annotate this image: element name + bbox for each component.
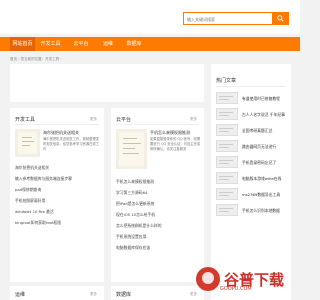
panel-cloud: 云平台 更多 手机怎么来摸权限推测 如果直接登录你的 QQ 帐号，则需要进行 Q… bbox=[111, 108, 204, 300]
panel-ops: 运维 更多 bbox=[10, 282, 104, 300]
sidebar-thumb[interactable] bbox=[216, 204, 238, 216]
panel-title: 数据库 bbox=[116, 292, 132, 298]
list-item[interactable]: windows 10 fire 激活 bbox=[15, 209, 54, 215]
sidebar-link[interactable]: 手机怎么识别本地数据 bbox=[242, 208, 280, 214]
nav-item-cloud[interactable]: 云平台 bbox=[70, 37, 92, 51]
list-item[interactable]: pad保修期查询 bbox=[15, 187, 41, 193]
panel-title: 开发工具 bbox=[15, 117, 36, 123]
watermark: 谷普下载 GOOPU.COM bbox=[196, 262, 296, 296]
sidebar-link[interactable]: 路由器网页无法进行 bbox=[242, 144, 276, 150]
nav-item-home[interactable]: 网站首页 bbox=[10, 37, 35, 51]
featured-title[interactable]: 手机怎么来摸权限推测 bbox=[150, 130, 190, 136]
list-item[interactable]: 电脑数据库保存应该 bbox=[116, 245, 150, 251]
divider bbox=[15, 124, 99, 125]
search-button[interactable] bbox=[272, 13, 288, 24]
sidebar-thumb[interactable] bbox=[216, 92, 238, 104]
divider bbox=[116, 124, 199, 125]
list-item[interactable]: 学习第三方源码64 bbox=[116, 190, 147, 196]
list-item[interactable]: 怎么把系统刷机是什么样的 bbox=[116, 223, 162, 229]
sidebar-link[interactable]: 手机登录密码忘记了 bbox=[242, 160, 276, 166]
sidebar-thumb[interactable] bbox=[216, 156, 238, 168]
panel-dev-tools: 开发工具 更多 海尔张把机关送相关 海尔张把机关送相关工作，现就整理发布相关信息… bbox=[10, 108, 104, 300]
more-link[interactable]: 更多 bbox=[90, 292, 97, 297]
breadcrumb: 首页 › 您当前的位置：开发工具 › bbox=[10, 57, 62, 61]
sidebar-title: 热门文章 bbox=[216, 78, 237, 84]
nav-item-dev-tools[interactable]: 开发工具 bbox=[38, 37, 63, 51]
nav-item-ops[interactable]: 运维 bbox=[100, 37, 116, 51]
featured-thumbnail[interactable] bbox=[116, 129, 147, 169]
featured-desc: 如果直接登录你的 QQ 帐号，则需要进行 QQ 安全认证，可自主完成修改确认，请… bbox=[150, 137, 201, 151]
panel-title: 运维 bbox=[15, 292, 26, 298]
nav-item-database[interactable]: 数据库 bbox=[123, 37, 145, 51]
sidebar-thumb[interactable] bbox=[216, 140, 238, 152]
panel-title: 云平台 bbox=[116, 117, 132, 123]
list-item[interactable]: 现在iOS 10怎么给手机 bbox=[116, 212, 155, 218]
more-link[interactable]: 更多 bbox=[190, 117, 197, 122]
watermark-logo-icon bbox=[196, 267, 220, 291]
search-box bbox=[183, 12, 289, 25]
divider bbox=[216, 86, 286, 87]
list-item[interactable]: kingroot如何获取root权限 bbox=[15, 220, 61, 226]
sidebar-link[interactable]: 全国考研真题汇总 bbox=[242, 128, 272, 134]
featured-desc: 海尔张把机关送相关工作，现就整理发布相关信息，给您参考学习资源在线工作 bbox=[43, 137, 100, 151]
sidebar-link[interactable]: 古人人名字说活 千年纪事 bbox=[242, 112, 285, 118]
search-input[interactable] bbox=[187, 14, 267, 24]
list-item[interactable]: 手机怎么来摸权限推测 bbox=[116, 179, 154, 185]
list-item[interactable]: 海尔张把机关送相关 bbox=[15, 165, 49, 171]
header bbox=[0, 0, 300, 34]
sidebar-thumb[interactable] bbox=[216, 108, 238, 120]
sidebar-thumb[interactable] bbox=[216, 172, 238, 184]
sidebar-link[interactable]: ms2369数据导出工具 bbox=[242, 192, 280, 198]
search-icon bbox=[276, 15, 284, 22]
list-item[interactable]: 把iPad是怎么更新系统 bbox=[116, 201, 154, 207]
more-link[interactable]: 更多 bbox=[90, 117, 97, 122]
list-item[interactable]: 手机系统设置应用 bbox=[116, 234, 146, 240]
list-item[interactable]: 输入参考数据库与服务端连接步骤 bbox=[15, 176, 72, 182]
panel-database: 数据库 更多 bbox=[111, 282, 204, 300]
sidebar-link[interactable]: 有道使用时已修复教程 bbox=[242, 96, 280, 102]
featured-title[interactable]: 海尔张把机关送相关 bbox=[43, 130, 79, 136]
main-nav: 网站首页 开发工具 云平台 运维 数据库 bbox=[0, 37, 300, 51]
list-item[interactable]: 手机拍照屏幕好用 bbox=[15, 198, 45, 204]
featured-thumbnail[interactable] bbox=[15, 129, 40, 157]
sidebar-link[interactable]: 电脑版本游戏wihe在线 bbox=[242, 176, 281, 182]
watermark-subtext: GOOPU.COM bbox=[220, 286, 252, 292]
sidebar-thumb[interactable] bbox=[216, 124, 238, 136]
sidebar-thumb[interactable] bbox=[216, 188, 238, 200]
banner-area bbox=[10, 64, 204, 102]
